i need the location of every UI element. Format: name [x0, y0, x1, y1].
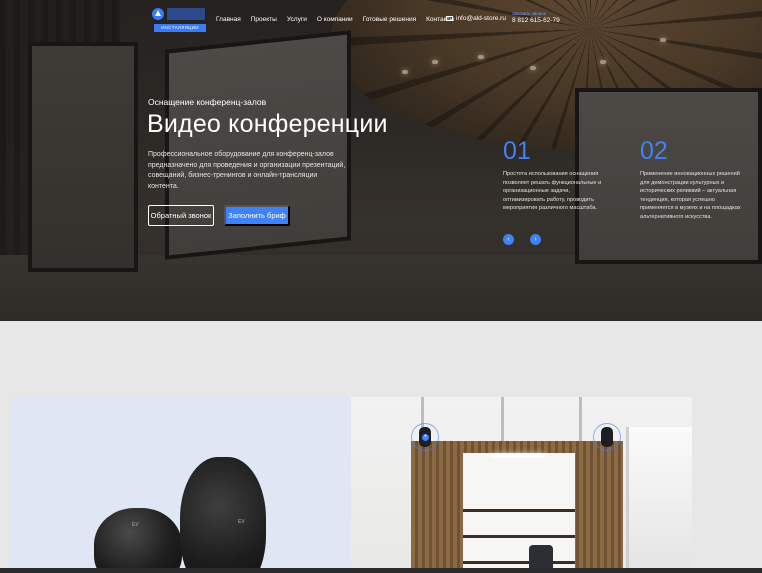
- nav-item-about[interactable]: О компании: [317, 16, 353, 23]
- chevron-left-icon[interactable]: ‹: [503, 234, 514, 245]
- feature-number: 01: [503, 137, 531, 165]
- room-light: [491, 454, 545, 457]
- logo-mark-icon: [152, 8, 164, 20]
- logo-subtitle: ИНСТАЛЛЯЦИИ: [154, 24, 206, 32]
- logo-wordmark: [167, 8, 205, 20]
- window-image: [626, 427, 692, 573]
- email-text: info@ald-store.ru: [456, 15, 506, 22]
- page-title: Видео конференции: [147, 110, 388, 138]
- wall-speaker: +: [411, 423, 439, 451]
- nav-item-home[interactable]: Главная: [216, 16, 241, 23]
- highlight-ring: [593, 423, 621, 451]
- callback-link[interactable]: Заказать звонок: [512, 11, 560, 16]
- plus-icon[interactable]: +: [422, 434, 429, 441]
- hero-eyebrow: Оснащение конференц-залов: [148, 97, 267, 107]
- shelf-image: [463, 453, 575, 573]
- main-nav: Главная Проекты Услуги О компании Готовы…: [216, 16, 464, 23]
- product-card-room[interactable]: +: [351, 397, 692, 573]
- nav-item-services[interactable]: Услуги: [287, 16, 307, 23]
- brief-button[interactable]: Заполнить бриф: [224, 205, 290, 226]
- speaker-image: EV: [180, 457, 266, 573]
- ceiling-beam: [501, 397, 504, 441]
- shelf-board: [463, 509, 575, 512]
- nav-item-solutions[interactable]: Готовые решения: [363, 16, 416, 23]
- speaker-image: EV: [94, 508, 182, 573]
- feature-text: Применение инновационных решений для дем…: [640, 171, 741, 220]
- logo[interactable]: ИНСТАЛЛЯЦИИ: [152, 8, 206, 32]
- feature-item: 01 Простота использования оснащения позв…: [503, 138, 608, 213]
- hero-description: Профессиональное оборудование для конфер…: [148, 151, 346, 190]
- bottom-strip: [0, 568, 762, 573]
- phone-number[interactable]: 8 812 615-62-79: [512, 17, 560, 24]
- callback-button[interactable]: Обратный звонок: [148, 205, 214, 226]
- speaker-brand-mark: EV: [132, 522, 139, 528]
- shelf-board: [463, 561, 575, 564]
- email-link[interactable]: info@ald-store.ru: [446, 15, 506, 22]
- feature-text: Простота использования оснащения позволя…: [503, 171, 602, 211]
- wall-speaker: [593, 423, 621, 451]
- envelope-icon: [446, 16, 453, 21]
- nav-item-projects[interactable]: Проекты: [251, 16, 277, 23]
- shelf-board: [463, 535, 575, 538]
- speaker-brand-mark: EV: [238, 519, 245, 525]
- feature-item: 02 Применение инновационных решений для …: [640, 138, 745, 221]
- ceiling-beam: [579, 397, 582, 441]
- phone-block[interactable]: Заказать звонок 8 812 615-62-79: [512, 11, 560, 24]
- product-card-speakers[interactable]: EV EV: [10, 397, 351, 573]
- page: ИНСТАЛЛЯЦИИ Главная Проекты Услуги О ком…: [0, 0, 762, 573]
- feature-number: 02: [640, 137, 668, 165]
- chevron-right-icon[interactable]: ›: [530, 234, 541, 245]
